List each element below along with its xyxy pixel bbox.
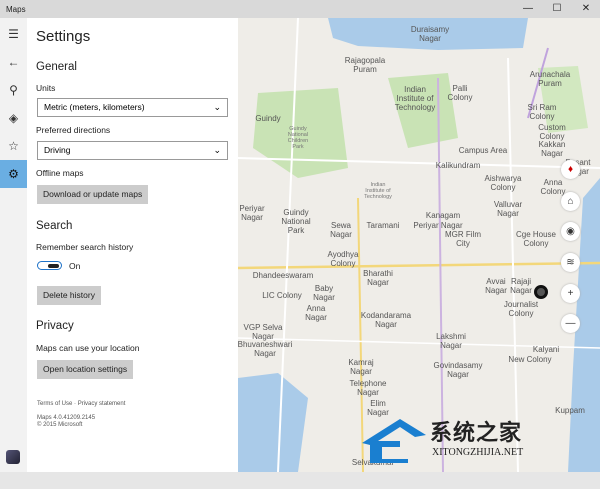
- separator: ·: [74, 401, 77, 407]
- location-label: Maps can use your location: [36, 343, 140, 353]
- layers-icon[interactable]: ≋: [561, 253, 580, 272]
- map-label: Valluvar Nagar: [493, 200, 523, 218]
- map-label: Sri Ram Colony: [527, 103, 557, 121]
- map-label: New Colony: [508, 355, 552, 364]
- privacy-link[interactable]: Privacy statement: [78, 401, 126, 407]
- offline-maps-label: Offline maps: [36, 168, 84, 178]
- zoom-in-button[interactable]: +: [561, 284, 580, 303]
- map-label: Kakkan Nagar: [538, 140, 566, 158]
- minimize-button[interactable]: —: [514, 0, 542, 18]
- chevron-down-icon: ⌄: [213, 102, 221, 112]
- map-label: Bhuvaneshwari Nagar: [238, 340, 293, 358]
- current-location-marker: [534, 285, 548, 299]
- map-label: Baby Nagar: [313, 284, 335, 302]
- units-label: Units: [36, 83, 56, 93]
- map-label: Cge House Colony: [515, 230, 557, 248]
- map-label: Govindasamy Nagar: [433, 361, 483, 379]
- download-maps-button[interactable]: Download or update maps: [37, 185, 149, 204]
- map-label: Guindy National Park: [281, 208, 311, 235]
- nav-rail: ☰ ← ⚲ ◈ ☆ ⚙: [0, 18, 27, 472]
- directions-dropdown[interactable]: Driving ⌄: [37, 141, 228, 160]
- map-label: Kodandarama Nagar: [360, 311, 412, 329]
- page-title: Settings: [36, 28, 91, 45]
- history-label: Remember search history: [36, 242, 134, 252]
- privacy-heading: Privacy: [36, 320, 74, 332]
- general-heading: General: [36, 61, 77, 73]
- units-dropdown[interactable]: Metric (meters, kilometers) ⌄: [37, 98, 228, 117]
- map-label: MGR Film City: [445, 230, 481, 248]
- toggle-state: On: [69, 261, 81, 271]
- watermark-chinese: 系统之家: [430, 420, 523, 445]
- chevron-down-icon: ⌄: [213, 145, 221, 155]
- map-label: Indian Institute of Technology: [394, 85, 436, 112]
- settings-gear-icon[interactable]: ⚙: [0, 160, 27, 188]
- map-label: Avvai Nagar: [485, 277, 507, 295]
- map-label: Telephone Nagar: [349, 379, 387, 397]
- map-label: Periyar Nagar: [239, 204, 265, 222]
- units-value: Metric (meters, kilometers): [44, 102, 145, 112]
- open-location-settings-button[interactable]: Open location settings: [37, 360, 134, 379]
- directions-icon[interactable]: ◈: [0, 104, 27, 132]
- title-bar: Maps — ☐ ✕: [0, 0, 600, 18]
- user-avatar[interactable]: [6, 450, 20, 464]
- search-icon[interactable]: ⚲: [0, 76, 27, 104]
- map-label: Rajaji Nagar: [510, 277, 532, 295]
- map-label: VGP Selva Nagar: [243, 323, 283, 341]
- map-label: Taramani: [366, 221, 400, 230]
- search-heading: Search: [36, 220, 73, 232]
- map-label: Ayodhya Colony: [327, 250, 359, 268]
- copyright-text: © 2015 Microsoft: [37, 422, 83, 428]
- terms-link[interactable]: Terms of Use: [37, 401, 72, 407]
- hamburger-menu-icon[interactable]: ☰: [0, 20, 27, 48]
- zoom-out-button[interactable]: —: [561, 314, 580, 333]
- map-label: Rajagopala Puram: [344, 56, 386, 74]
- map-label: Kalyani: [532, 345, 560, 354]
- map-label: Journalist Colony: [503, 300, 539, 318]
- map-label: Anna Colony: [540, 178, 566, 196]
- map-label: Aishwarya Colony: [484, 174, 522, 192]
- map-label: Arunachala Puram: [529, 70, 571, 88]
- map-label-small: Indian Institute of Technology: [364, 182, 392, 200]
- map-label: Dhandeeswaram: [252, 271, 314, 280]
- locate-me-icon[interactable]: ◉: [561, 222, 580, 241]
- map-label: Kanagam: [425, 211, 461, 220]
- version-text: Maps 4.0.41209.2145: [37, 415, 96, 421]
- map-label: Custom Colony: [538, 123, 566, 141]
- footer-links: Terms of Use · Privacy statement: [37, 401, 125, 407]
- map-label: Guindy: [255, 114, 281, 123]
- map-label: Periyar Nagar: [413, 221, 463, 230]
- back-arrow-icon[interactable]: ←: [0, 48, 27, 76]
- map-label: LIC Colony: [262, 291, 302, 300]
- history-toggle[interactable]: [37, 261, 62, 270]
- compass-icon[interactable]: ♦: [561, 160, 580, 179]
- map-label: Bharathi Nagar: [363, 269, 393, 287]
- maximize-button[interactable]: ☐: [543, 0, 571, 18]
- map-label: Sewa Nagar: [330, 221, 352, 239]
- directions-value: Driving: [44, 145, 71, 155]
- tilt-icon[interactable]: ⌂: [561, 192, 580, 211]
- map-view[interactable]: Duraisamy Nagar Rajagopala Puram Indian …: [238, 18, 600, 472]
- map-label: Lakshmi Nagar: [436, 332, 466, 350]
- directions-label: Preferred directions: [36, 125, 111, 135]
- delete-history-button[interactable]: Delete history: [37, 286, 101, 305]
- map-label: Kalikundram: [435, 161, 481, 170]
- map-label: Duraisamy Nagar: [410, 25, 450, 43]
- favorites-icon[interactable]: ☆: [0, 132, 27, 160]
- map-label: Kuppam: [555, 406, 585, 415]
- map-label: Kamraj Nagar: [348, 358, 374, 376]
- close-button[interactable]: ✕: [572, 0, 600, 18]
- window-title: Maps: [6, 5, 26, 14]
- watermark-house-logo: [362, 419, 426, 463]
- map-label: Campus Area: [458, 146, 508, 155]
- map-label: Palli Colony: [447, 84, 473, 102]
- watermark-url: XITONGZHIJIA.NET: [432, 447, 524, 458]
- map-label-small: Guindy National Children Park: [287, 126, 309, 150]
- settings-panel: Settings General Units Metric (meters, k…: [27, 18, 238, 472]
- map-label: Anna Nagar: [305, 304, 327, 322]
- lake: [238, 373, 308, 472]
- watermark: 系统之家 XITONGZHIJIA.NET: [360, 415, 600, 475]
